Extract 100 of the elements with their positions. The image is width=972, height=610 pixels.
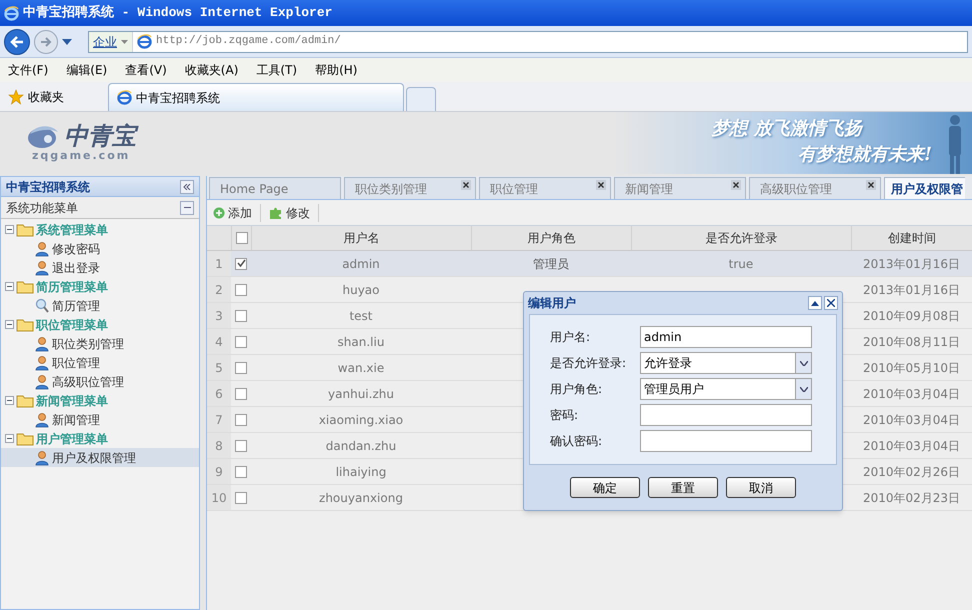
check-icon: [236, 259, 246, 268]
table-cell-text: wan.xie: [338, 360, 384, 376]
tab-title: 中青宝招聘系统: [136, 90, 220, 106]
column-header[interactable]: 用户名: [344, 229, 380, 247]
input-field[interactable]: [640, 404, 812, 426]
double-chevron-icon: [183, 184, 191, 190]
tree-toggle[interactable]: [5, 434, 14, 443]
menu-item[interactable]: 职位类别管理: [1, 334, 199, 353]
forward-arrow-icon: [40, 36, 52, 46]
up-caret-icon: [811, 300, 819, 306]
table-cell-text: 2010年05月10日: [862, 360, 960, 376]
tree-toggle[interactable]: [5, 225, 14, 234]
puzzle-icon: [269, 206, 283, 220]
select-all-checkbox[interactable]: [236, 232, 248, 244]
close-icon[interactable]: [731, 180, 741, 190]
tree-toggle[interactable]: [5, 320, 14, 329]
field-label: 用户名:: [550, 329, 592, 346]
row-checkbox[interactable]: [235, 362, 247, 374]
add-button[interactable]: 添加: [213, 204, 261, 222]
table-cell-text: 2013年01月16日: [862, 256, 960, 272]
table-cell-text: admin: [342, 256, 380, 272]
column-header[interactable]: 是否允许登录: [706, 229, 778, 247]
user-icon: [35, 374, 49, 390]
table-cell-text: dandan.zhu: [326, 438, 396, 454]
menu-item[interactable]: 职位管理: [1, 353, 199, 372]
tree-toggle[interactable]: [5, 396, 14, 405]
zone-label[interactable]: 企业: [89, 32, 133, 52]
row-checkbox[interactable]: [235, 310, 247, 322]
select-field[interactable]: 管理员用户: [640, 378, 812, 400]
column-header[interactable]: 创建时间: [888, 229, 936, 247]
dropdown-caret-icon[interactable]: [795, 353, 811, 373]
menu-item[interactable]: 文件(F): [8, 61, 48, 79]
close-icon[interactable]: [461, 180, 471, 190]
menu-item[interactable]: 高级职位管理: [1, 372, 199, 391]
dropdown-caret-icon[interactable]: [795, 379, 811, 399]
folder-icon: [16, 222, 34, 236]
sidebar-title: 中青宝招聘系统: [6, 178, 90, 196]
tree-toggle[interactable]: [5, 282, 14, 291]
dialog-button[interactable]: 取消: [726, 477, 796, 498]
row-checkbox[interactable]: [235, 336, 247, 348]
table-cell-text: yanhui.zhu: [328, 386, 394, 402]
table-row[interactable]: 1 admin 管理员 true 2013年01月16日: [207, 251, 972, 277]
user-icon: [35, 412, 49, 428]
e-logo-icon: [4, 6, 19, 20]
favorites-button[interactable]: 收藏夹: [4, 83, 68, 111]
menu-item[interactable]: 新闻管理: [1, 410, 199, 429]
row-checkbox[interactable]: [235, 284, 247, 296]
url-text: http://job.zqgame.com/admin/: [156, 34, 341, 50]
user-icon: [35, 450, 49, 466]
collapse-button[interactable]: [180, 180, 194, 194]
edit-button[interactable]: 修改: [269, 204, 319, 222]
row-checkbox[interactable]: [235, 258, 247, 270]
row-number: 4: [215, 334, 223, 350]
menu-item[interactable]: 修改密码: [1, 239, 199, 258]
row-number: 1: [215, 256, 223, 272]
column-header[interactable]: 用户角色: [528, 229, 576, 247]
menu-item[interactable]: 简历管理: [1, 296, 199, 315]
magnifier-icon: [35, 298, 49, 314]
dialog-button[interactable]: 重置: [648, 477, 718, 498]
row-number: 10: [211, 490, 227, 506]
tab[interactable]: 用户及权限管: [884, 177, 965, 199]
input-field[interactable]: [640, 430, 812, 452]
menu-item[interactable]: 工具(T): [256, 61, 298, 79]
row-checkbox[interactable]: [235, 466, 247, 478]
menu-item[interactable]: 退出登录: [1, 258, 199, 277]
back-button[interactable]: [4, 28, 30, 54]
table-cell-text: 2013年01月16日: [862, 282, 960, 298]
menu-item[interactable]: 用户及权限管理: [1, 448, 199, 467]
folder-icon: [16, 280, 34, 294]
select-field[interactable]: 允许登录: [640, 352, 812, 374]
menu-item[interactable]: 收藏夹(A): [184, 61, 238, 79]
row-checkbox[interactable]: [235, 414, 247, 426]
close-icon[interactable]: [596, 180, 606, 190]
row-checkbox[interactable]: [235, 388, 247, 400]
e-logo-icon: [137, 34, 152, 49]
table-cell-text: true: [728, 256, 754, 272]
row-checkbox[interactable]: [235, 440, 247, 452]
browser-tab[interactable]: 中青宝招聘系统: [108, 83, 404, 111]
e-logo-icon: [117, 90, 132, 105]
slogan-text: 有梦想就有未来!: [798, 143, 932, 167]
dialog-button[interactable]: 确定: [570, 477, 640, 498]
user-icon: [35, 336, 49, 352]
collapse-button[interactable]: [808, 296, 822, 310]
table-cell-text: 2010年03月04日: [862, 412, 960, 428]
address-field[interactable]: 企业 http://job.zqgame.com/admin/: [88, 30, 968, 52]
table-cell-text: shan.liu: [338, 334, 384, 350]
menu-item[interactable]: 查看(V): [125, 61, 167, 79]
menu-item[interactable]: 帮助(H): [315, 61, 358, 79]
table-cell-text: test: [349, 308, 373, 324]
row-checkbox[interactable]: [235, 492, 247, 504]
row-number: 6: [215, 386, 223, 402]
input-field[interactable]: admin: [640, 326, 812, 348]
window-title: 中青宝招聘系统 - Windows Internet Explorer: [23, 4, 332, 22]
row-number: 3: [215, 308, 223, 324]
close-button[interactable]: [824, 296, 838, 310]
collapse-button[interactable]: [180, 200, 194, 214]
dropdown-caret-icon[interactable]: [62, 38, 72, 44]
logo-subtext: zqgame.com: [32, 150, 130, 161]
menu-item[interactable]: 编辑(E): [66, 61, 108, 79]
close-icon[interactable]: [866, 180, 876, 190]
